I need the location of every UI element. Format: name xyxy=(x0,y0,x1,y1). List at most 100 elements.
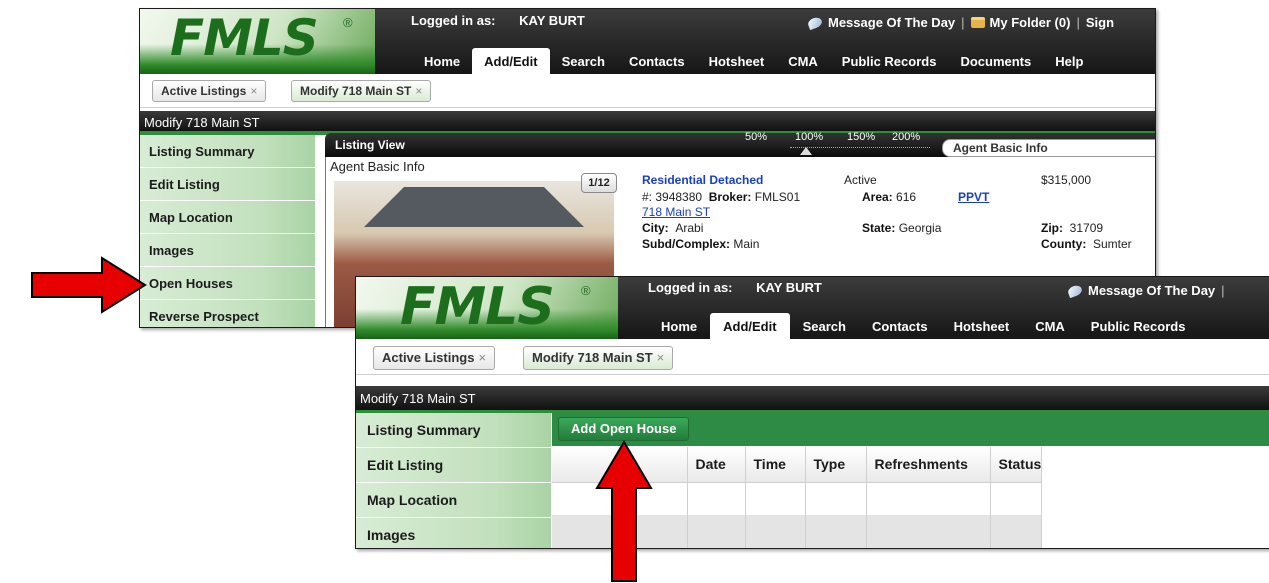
city-row: City: Arabi xyxy=(642,221,703,235)
top-links: Message Of The Day | My Folder (0) | Sign xyxy=(806,15,1114,31)
zip-row: Zip: 31709 xyxy=(1041,221,1103,235)
sidebar-item-images[interactable]: Images xyxy=(140,234,315,267)
tab-public-records[interactable]: Public Records xyxy=(830,48,949,74)
sidebar: Listing Summary Edit Listing Map Locatio… xyxy=(356,413,551,548)
folder-icon xyxy=(970,17,985,28)
subd: Main xyxy=(733,237,760,251)
top-links: Message Of The Day | xyxy=(1066,283,1231,299)
state: Georgia xyxy=(898,221,942,235)
sidebar-item-map-location[interactable]: Map Location xyxy=(356,483,551,518)
motd-link[interactable]: Message Of The Day xyxy=(1088,283,1215,298)
column-header-refreshments[interactable]: Refreshments xyxy=(866,447,991,483)
logged-in-label: Logged in as: xyxy=(648,280,733,295)
subtab-label: Modify 718 Main ST xyxy=(300,84,412,98)
user-name: KAY BURT xyxy=(756,280,822,295)
sub-tab-bar: Active Listings × Modify 718 Main ST × xyxy=(356,339,1269,375)
section-label: Agent Basic Info xyxy=(330,159,425,174)
broker-label: Broker: xyxy=(708,190,752,204)
subtab-label: Active Listings xyxy=(161,84,247,98)
zoom-200[interactable]: 200% xyxy=(892,131,920,143)
sidebar-item-open-houses[interactable]: Open Houses xyxy=(140,267,315,300)
sidebar-item-map-location[interactable]: Map Location xyxy=(140,201,315,234)
broker: FMLS01 xyxy=(754,190,801,204)
subtab-modify-listing[interactable]: Modify 718 Main ST × xyxy=(523,346,674,370)
tab-search[interactable]: Search xyxy=(550,48,617,74)
user-name: KAY BURT xyxy=(519,13,585,28)
zoom-150[interactable]: 150% xyxy=(847,131,875,143)
close-icon[interactable]: × xyxy=(657,350,665,365)
tab-add-edit[interactable]: Add/Edit xyxy=(710,313,790,339)
main-nav: Home Add/Edit Search Contacts Hotsheet C… xyxy=(648,313,1198,339)
motd-link[interactable]: Message Of The Day xyxy=(828,15,955,30)
page-title-bar: Modify 718 Main ST xyxy=(356,386,1269,410)
sidebar-item-images[interactable]: Images xyxy=(356,518,551,548)
logged-in-info: Logged in as: KAY BURT xyxy=(411,13,585,28)
column-header-type[interactable]: Type xyxy=(805,447,867,483)
tab-contacts[interactable]: Contacts xyxy=(859,313,941,339)
city-label: City: xyxy=(642,221,669,235)
zoom-100[interactable]: 100% xyxy=(795,131,823,143)
column-header-status[interactable]: Status xyxy=(990,447,1043,483)
zoom-slider-handle[interactable] xyxy=(800,147,812,155)
sign-link[interactable]: Sign xyxy=(1086,15,1114,30)
area-row: Area: 616 xyxy=(862,190,916,204)
sidebar-item-reverse-prospect[interactable]: Reverse Prospect xyxy=(140,300,315,327)
listing-view-header: Listing View 50% 100% 150% 200% Agent Ba… xyxy=(325,131,1155,157)
tab-hotsheet[interactable]: Hotsheet xyxy=(697,48,777,74)
listing-number: 3948380 xyxy=(655,190,703,204)
subtab-modify-listing[interactable]: Modify 718 Main ST × xyxy=(291,80,432,102)
sub-tab-bar: Active Listings × Modify 718 Main ST × xyxy=(140,74,1155,108)
sidebar: Listing Summary Edit Listing Map Locatio… xyxy=(140,135,315,327)
area: 616 xyxy=(896,190,917,204)
close-icon[interactable]: × xyxy=(250,84,257,98)
sidebar-item-edit-listing[interactable]: Edit Listing xyxy=(356,448,551,483)
tab-hotsheet[interactable]: Hotsheet xyxy=(941,313,1023,339)
state-row: State: Georgia xyxy=(862,221,941,235)
tab-home[interactable]: Home xyxy=(648,313,710,339)
tab-cma[interactable]: CMA xyxy=(1022,313,1078,339)
fmls-logo[interactable]: FMLS ® xyxy=(140,9,375,74)
column-header-time[interactable]: Time xyxy=(745,447,806,483)
sidebar-item-listing-summary[interactable]: Listing Summary xyxy=(140,135,315,168)
photo-pager[interactable]: 1/12 xyxy=(581,173,617,193)
comet-icon xyxy=(1066,283,1084,299)
area-link[interactable]: PPVT xyxy=(958,190,989,204)
sidebar-item-listing-summary[interactable]: Listing Summary xyxy=(356,413,551,448)
zoom-50[interactable]: 50% xyxy=(745,131,767,143)
page-title-bar: Modify 718 Main ST xyxy=(140,111,1155,131)
logged-in-label: Logged in as: xyxy=(411,13,496,28)
column-header-date[interactable]: Date xyxy=(687,447,746,483)
state-label: State: xyxy=(862,221,896,235)
address-link[interactable]: 718 Main ST xyxy=(642,205,710,219)
subd-label: Subd/Complex: xyxy=(642,237,731,251)
comet-icon xyxy=(806,15,824,31)
my-folder-link[interactable]: My Folder (0) xyxy=(990,15,1071,30)
fmls-logo[interactable]: FMLS ® xyxy=(356,277,618,339)
tab-contacts[interactable]: Contacts xyxy=(617,48,697,74)
subtab-active-listings[interactable]: Active Listings × xyxy=(152,80,267,102)
tab-cma[interactable]: CMA xyxy=(776,48,830,74)
listing-status: Active xyxy=(844,173,877,187)
sidebar-item-edit-listing[interactable]: Edit Listing xyxy=(140,168,315,201)
tab-search[interactable]: Search xyxy=(790,313,859,339)
close-icon[interactable]: × xyxy=(478,350,486,365)
tab-add-edit[interactable]: Add/Edit xyxy=(472,48,550,74)
arrow-right-icon xyxy=(31,256,147,314)
county: Sumter xyxy=(1093,237,1132,251)
subtab-active-listings[interactable]: Active Listings × xyxy=(373,346,496,370)
tab-help[interactable]: Help xyxy=(1043,48,1095,74)
screenshot-open-houses: FMLS ® Logged in as: KAY BURT Message Of… xyxy=(355,276,1269,549)
page-title: Modify 718 Main ST xyxy=(360,391,476,406)
logo-text: FMLS xyxy=(170,9,319,67)
subtab-label: Modify 718 Main ST xyxy=(532,350,653,365)
open-house-toolbar: Add Open House xyxy=(552,413,1269,446)
tab-documents[interactable]: Documents xyxy=(948,48,1043,74)
view-select[interactable]: Agent Basic Info xyxy=(942,139,1155,157)
property-type: Residential Detached xyxy=(642,173,764,187)
tab-home[interactable]: Home xyxy=(412,48,472,74)
zip-label: Zip: xyxy=(1041,221,1063,235)
close-icon[interactable]: × xyxy=(415,84,422,98)
add-open-house-button[interactable]: Add Open House xyxy=(558,417,690,441)
tab-public-records[interactable]: Public Records xyxy=(1078,313,1199,339)
page-title: Modify 718 Main ST xyxy=(144,115,260,130)
